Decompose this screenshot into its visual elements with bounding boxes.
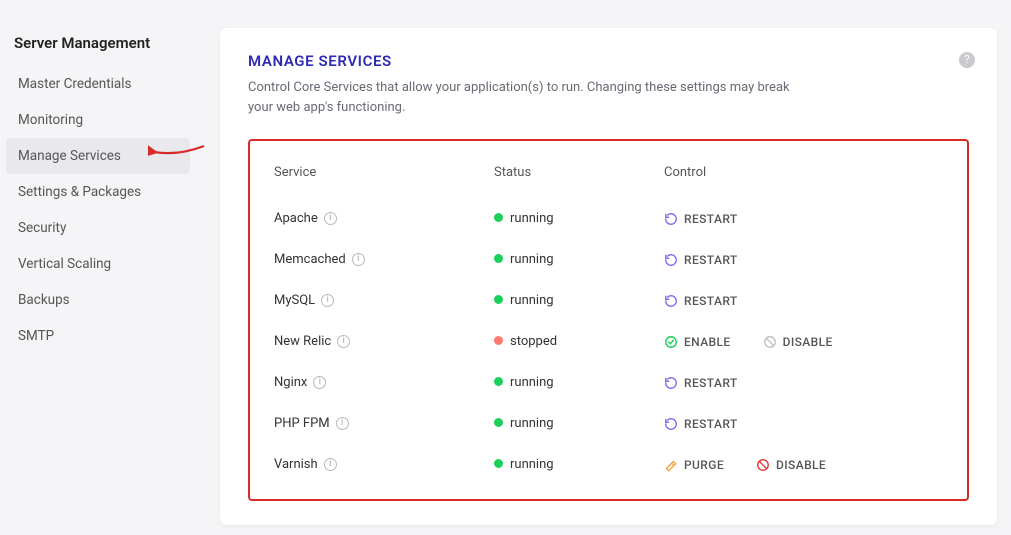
sidebar-item-vertical-scaling[interactable]: Vertical Scaling	[0, 246, 196, 282]
service-name: MySQLi	[274, 293, 494, 308]
sidebar-item-monitoring[interactable]: Monitoring	[0, 102, 196, 138]
service-status: running	[494, 293, 664, 308]
service-controls: RESTART	[664, 253, 943, 267]
status-dot-running-icon	[494, 377, 503, 386]
info-icon[interactable]: i	[352, 253, 365, 266]
service-status: running	[494, 211, 664, 226]
page-description: Control Core Services that allow your ap…	[248, 78, 808, 117]
sidebar: Server Management Master CredentialsMoni…	[0, 0, 196, 535]
info-icon[interactable]: i	[324, 458, 337, 471]
service-controls: RESTART	[664, 376, 943, 390]
table-row: PHP FPMirunningRESTART	[274, 403, 943, 444]
service-status: stopped	[494, 334, 664, 349]
disable-button: DISABLE	[763, 335, 833, 349]
disable-icon	[756, 458, 770, 472]
disable-icon	[763, 335, 777, 349]
restart-icon	[664, 253, 678, 267]
column-header-service: Service	[274, 165, 494, 180]
info-icon[interactable]: i	[336, 417, 349, 430]
restart-icon	[664, 417, 678, 431]
service-name: Memcachedi	[274, 252, 494, 267]
restart-button[interactable]: RESTART	[664, 294, 738, 308]
enable-icon	[664, 335, 678, 349]
service-name: Apachei	[274, 211, 494, 226]
status-dot-running-icon	[494, 295, 503, 304]
info-icon[interactable]: i	[337, 335, 350, 348]
service-controls: ENABLE DISABLE	[664, 335, 943, 349]
page-title: MANAGE SERVICES	[248, 52, 969, 70]
table-header-row: Service Status Control	[274, 159, 943, 198]
service-name: New Relici	[274, 334, 494, 349]
table-row: New RelicistoppedENABLE DISABLE	[274, 321, 943, 362]
sidebar-item-security[interactable]: Security	[0, 210, 196, 246]
sidebar-item-manage-services[interactable]: Manage Services	[6, 138, 190, 174]
sidebar-item-settings-packages[interactable]: Settings & Packages	[0, 174, 196, 210]
services-table: Service Status Control ApacheirunningRES…	[248, 139, 969, 501]
service-controls: RESTART	[664, 294, 943, 308]
service-status: running	[494, 416, 664, 431]
status-dot-running-icon	[494, 459, 503, 468]
info-icon[interactable]: i	[313, 376, 326, 389]
info-icon[interactable]: i	[324, 212, 337, 225]
service-status: running	[494, 375, 664, 390]
service-name: Varnishi	[274, 457, 494, 472]
column-header-control: Control	[664, 165, 943, 180]
info-icon[interactable]: i	[321, 294, 334, 307]
sidebar-heading: Server Management	[0, 34, 196, 66]
service-controls: RESTART	[664, 212, 943, 226]
table-row: MemcachedirunningRESTART	[274, 239, 943, 280]
column-header-status: Status	[494, 165, 664, 180]
restart-icon	[664, 376, 678, 390]
sidebar-item-master-credentials[interactable]: Master Credentials	[0, 66, 196, 102]
service-controls: PURGE DISABLE	[664, 458, 943, 472]
table-row: VarnishirunningPURGE DISABLE	[274, 444, 943, 485]
status-dot-running-icon	[494, 254, 503, 263]
disable-button[interactable]: DISABLE	[756, 458, 826, 472]
table-row: ApacheirunningRESTART	[274, 198, 943, 239]
service-controls: RESTART	[664, 417, 943, 431]
service-name: Nginxi	[274, 375, 494, 390]
status-dot-running-icon	[494, 213, 503, 222]
table-row: NginxirunningRESTART	[274, 362, 943, 403]
service-name: PHP FPMi	[274, 416, 494, 431]
restart-button[interactable]: RESTART	[664, 253, 738, 267]
restart-icon	[664, 212, 678, 226]
main-panel: ? MANAGE SERVICES Control Core Services …	[220, 28, 997, 525]
purge-button[interactable]: PURGE	[664, 458, 724, 472]
enable-button[interactable]: ENABLE	[664, 335, 731, 349]
sidebar-item-backups[interactable]: Backups	[0, 282, 196, 318]
help-icon[interactable]: ?	[959, 52, 975, 68]
service-status: running	[494, 252, 664, 267]
restart-icon	[664, 294, 678, 308]
service-status: running	[494, 457, 664, 472]
sidebar-item-smtp[interactable]: SMTP	[0, 318, 196, 354]
status-dot-running-icon	[494, 418, 503, 427]
table-row: MySQLirunningRESTART	[274, 280, 943, 321]
restart-button[interactable]: RESTART	[664, 376, 738, 390]
restart-button[interactable]: RESTART	[664, 417, 738, 431]
purge-icon	[664, 458, 678, 472]
restart-button[interactable]: RESTART	[664, 212, 738, 226]
status-dot-stopped-icon	[494, 336, 503, 345]
